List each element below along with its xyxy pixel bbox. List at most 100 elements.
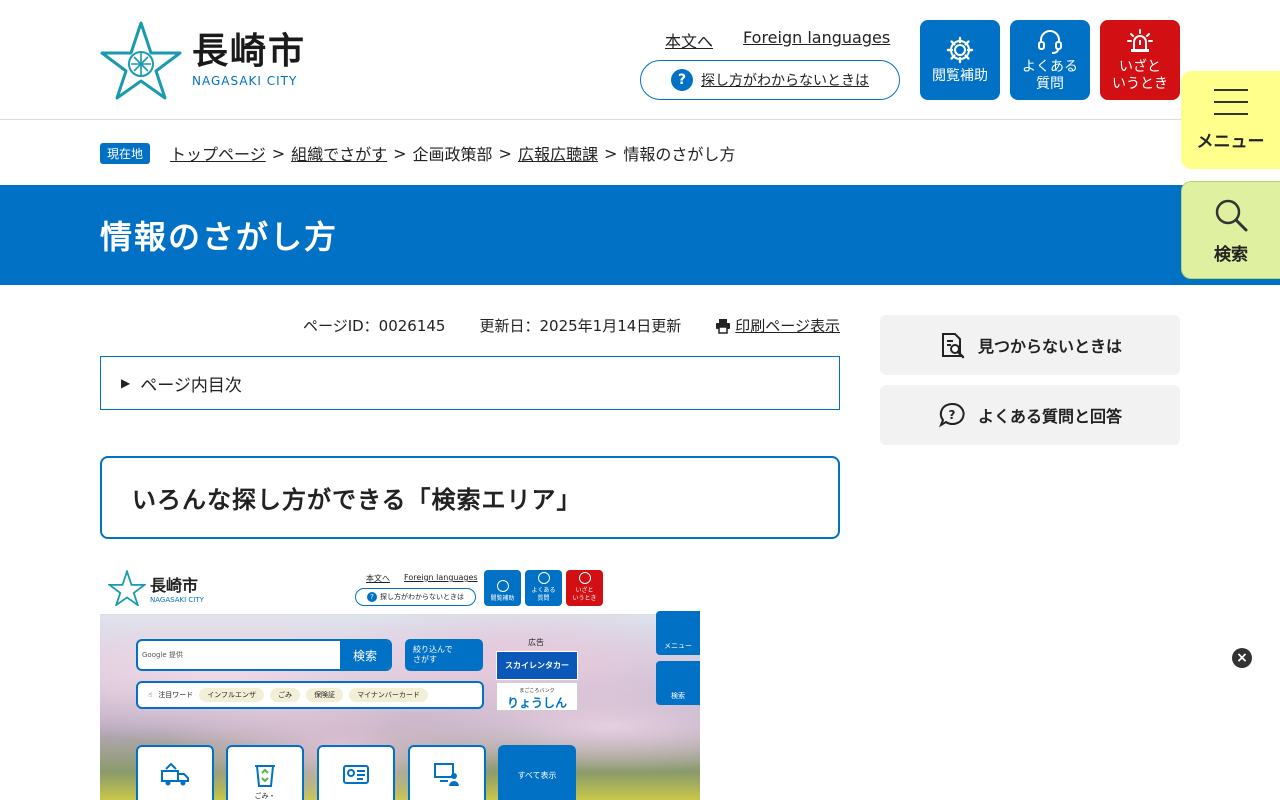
side-search-tab[interactable]: 検索 [1181, 181, 1280, 279]
faq-answers-card[interactable]: ? よくある質問と回答 [880, 385, 1180, 445]
screenshot-links: 本文へ Foreign languages [366, 573, 478, 584]
screenshot-header: 長崎市 NAGASAKI CITY 本文へ Foreign languages … [100, 562, 700, 615]
site-logo[interactable]: 長崎市 NAGASAKI CITY [100, 20, 306, 100]
screenshot-tile [136, 745, 214, 800]
page-id: ページID：0026145 [303, 317, 446, 335]
current-location-badge: 現在地 [100, 142, 151, 164]
screenshot-menu-tab: メニュー [656, 611, 700, 655]
screenshot-narrow-search-button: 絞り込んで さがす [405, 639, 483, 671]
screenshot-search-button: 検索 [340, 641, 390, 669]
screenshot-button-label: よくある 質問 [531, 587, 556, 602]
siren-icon [578, 572, 591, 584]
svg-text:?: ? [949, 408, 956, 422]
screenshot-emergency-button: いざと いうとき [566, 570, 603, 606]
screenshot-ad-banner: まごころバンク りょうしん [496, 682, 578, 711]
gear-icon [496, 580, 509, 592]
screenshot-ad-subtext: まごころバンク [519, 687, 555, 694]
breadcrumb-pr-division[interactable]: 広報広聴課 [518, 141, 598, 165]
screenshot-logo-ja: 長崎市 [150, 576, 199, 595]
computer-user-icon [434, 763, 459, 786]
screenshot-help-label: 探し方がわからないときは [380, 593, 464, 601]
id-card-icon [343, 765, 369, 784]
screenshot-tile [317, 745, 395, 800]
screenshot-button-label: いざと いうとき [572, 587, 597, 602]
search-help-label: 探し方がわからないときは [701, 73, 869, 89]
nagasaki-star-logo-icon [108, 570, 146, 606]
foreign-languages-link[interactable]: Foreign languages [743, 28, 890, 52]
disclosure-triangle-icon: ▶ [121, 376, 131, 390]
recycle-bin-icon [255, 765, 275, 787]
screenshot-help-pill: ? 探し方がわからないときは [355, 588, 476, 606]
screenshot-keyword-tag: インフルエンザ [199, 688, 265, 702]
emergency-button[interactable]: いざと いうとき [1100, 20, 1180, 100]
screenshot-link: 本文へ [366, 574, 390, 583]
page-meta: ページID：0026145 更新日：2025年1月14日更新 印刷ページ表示 [100, 315, 840, 336]
question-icon: ? [671, 69, 693, 91]
logo-text-ja: 長崎市 [192, 31, 307, 72]
accessibility-button[interactable]: 閲覧補助 [920, 20, 1000, 100]
accessibility-label: 閲覧補助 [932, 67, 988, 84]
faq-answers-label: よくある質問と回答 [977, 407, 1122, 426]
not-found-card[interactable]: 見つからないときは [880, 315, 1180, 375]
not-found-label: 見つからないときは [977, 337, 1122, 356]
screenshot-ad-label: 広告 [528, 638, 544, 647]
breadcrumb-separator: > [271, 143, 286, 163]
breadcrumb-separator: > [603, 143, 618, 163]
page-toc-toggle[interactable]: ▶ ページ内目次 [100, 356, 840, 410]
moving-truck-icon [161, 762, 189, 786]
side-menu-label: メニュー [1196, 131, 1265, 152]
gear-icon [946, 36, 974, 63]
screenshot-accessibility-button: 閲覧補助 [484, 570, 521, 606]
breadcrumb-separator: > [393, 143, 407, 163]
print-page-label: 印刷ページ表示 [735, 317, 840, 335]
breadcrumb-top[interactable]: トップページ [170, 141, 266, 165]
nagasaki-star-logo-icon [100, 21, 182, 100]
utility-links: 本文へ Foreign languages [665, 28, 890, 52]
screenshot-tile: ごみ・ [226, 745, 304, 800]
screenshot-faq-button: よくある 質問 [525, 570, 562, 606]
screenshot-keyword-tag: 保険証 [306, 688, 344, 702]
screenshot-search-label: 検索 [671, 692, 685, 700]
screenshot-menu-label: メニュー [664, 642, 692, 650]
headset-icon [1038, 30, 1062, 54]
headset-icon [537, 572, 550, 584]
question-bubble-icon: ? [938, 402, 965, 428]
screenshot-logo: 長崎市 NAGASAKI CITY [108, 570, 204, 606]
siren-icon [1127, 29, 1153, 52]
side-menu-tab[interactable]: メニュー [1181, 71, 1280, 169]
faq-label: よくある 質問 [1022, 59, 1078, 92]
breadcrumb-planning-dept: 企画政策部 [412, 145, 493, 164]
page-title: 情報のさがし方 [100, 218, 339, 256]
hand-pointer-icon: ☝ [148, 691, 153, 699]
close-icon[interactable]: × [1232, 648, 1252, 668]
question-icon: ? [367, 592, 377, 602]
document-search-icon [941, 333, 965, 359]
screenshot-search-input: Google 提供 [142, 651, 183, 659]
screenshot-ad-banner: スカイレンタカー [496, 651, 578, 680]
faq-button[interactable]: よくある 質問 [1010, 20, 1090, 100]
screenshot-search-box: Google 提供 検索 [136, 639, 392, 671]
page-toc-label: ページ内目次 [140, 375, 242, 396]
screenshot-ad-text: りょうしん [506, 695, 567, 710]
breadcrumb-separator: > [498, 143, 512, 163]
skip-to-content-link[interactable]: 本文へ [665, 28, 713, 52]
section-heading: いろんな探し方ができる「検索エリア」 [100, 456, 840, 539]
screenshot-tile [408, 745, 486, 800]
search-help-button[interactable]: ? 探し方がわからないときは [640, 60, 900, 100]
screenshot-keyword-tag: マイナンバーカード [349, 688, 428, 702]
site-header: 長崎市 NAGASAKI CITY 本文へ Foreign languages … [0, 0, 1280, 120]
screenshot-keyword-tag: ごみ [270, 688, 301, 702]
print-page-link[interactable]: 印刷ページ表示 [715, 315, 840, 336]
breadcrumb-current: 情報のさがし方 [623, 145, 736, 164]
screenshot-search-tab: 検索 [656, 661, 700, 705]
breadcrumb-organization[interactable]: 組織でさがす [291, 141, 387, 165]
screenshot-tile-label: ごみ・ [254, 792, 276, 800]
screenshot-logo-en: NAGASAKI CITY [150, 596, 204, 604]
breadcrumb: 現在地 トップページ > 組織でさがす > 企画政策部 > 広報広聴課 > 情報… [100, 141, 735, 165]
updated-date: 更新日：2025年1月14日更新 [479, 317, 682, 335]
screenshot-hero-cherry-blossoms: Google 提供 検索 絞り込んで さがす 広告 スカイレンタカー まごころバ… [100, 611, 700, 800]
search-area-screenshot: 長崎市 NAGASAKI CITY 本文へ Foreign languages … [100, 562, 700, 800]
screenshot-link: Foreign languages [404, 573, 478, 582]
screenshot-show-all-button: すべて表示 [498, 745, 576, 800]
emergency-label: いざと いうとき [1112, 59, 1168, 92]
